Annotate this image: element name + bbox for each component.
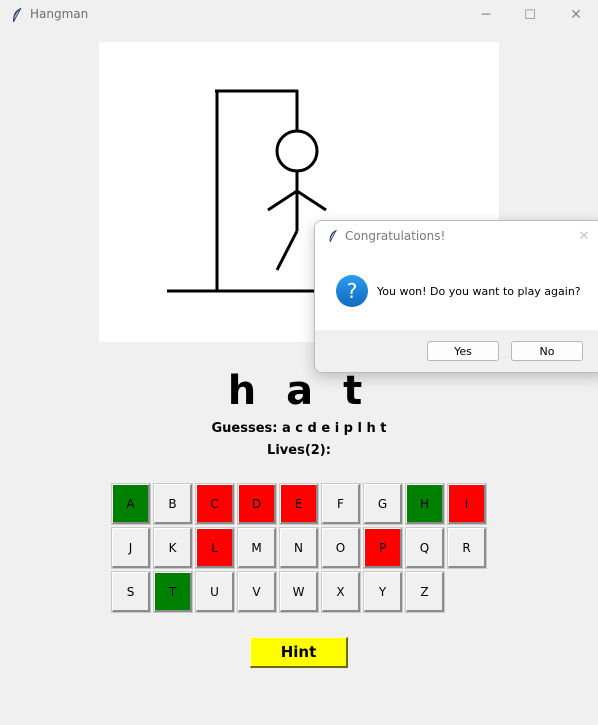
letter-key-r[interactable]: R (447, 527, 487, 569)
close-button[interactable]: ✕ (554, 0, 598, 30)
word-display: h a t (227, 368, 371, 414)
letter-key-p[interactable]: P (363, 527, 403, 569)
letter-key-t[interactable]: T (153, 571, 193, 613)
maximize-button[interactable]: ☐ (508, 0, 552, 30)
left-arm (267, 189, 298, 212)
window-title: Hangman (30, 7, 89, 21)
svg-text:?: ? (347, 279, 358, 303)
letter-key-m[interactable]: M (237, 527, 277, 569)
head (275, 129, 319, 173)
minimize-button[interactable]: ─ (464, 0, 508, 30)
lives-label: Lives(2): (267, 443, 331, 458)
feather-icon (13, 7, 22, 23)
dialog-title: Congratulations! (345, 229, 446, 243)
letter-key-z[interactable]: Z (405, 571, 445, 613)
right-arm (296, 189, 327, 212)
letter-key-i[interactable]: I (447, 483, 487, 525)
letter-key-y[interactable]: Y (363, 571, 403, 613)
letter-key-l[interactable]: L (195, 527, 235, 569)
letter-key-u[interactable]: U (195, 571, 235, 613)
letter-key-q[interactable]: Q (405, 527, 445, 569)
letter-key-s[interactable]: S (111, 571, 151, 613)
hint-button[interactable]: Hint (250, 637, 348, 668)
left-leg (275, 230, 299, 271)
congratulations-dialog: Congratulations! ✕ ? You won! Do you wan… (314, 220, 598, 373)
letter-key-e[interactable]: E (279, 483, 319, 525)
letter-key-o[interactable]: O (321, 527, 361, 569)
letter-key-k[interactable]: K (153, 527, 193, 569)
letter-key-f[interactable]: F (321, 483, 361, 525)
letter-key-b[interactable]: B (153, 483, 193, 525)
no-button[interactable]: No (511, 341, 583, 361)
letter-key-w[interactable]: W (279, 571, 319, 613)
letter-key-a[interactable]: A (111, 483, 151, 525)
letter-key-h[interactable]: H (405, 483, 445, 525)
question-icon: ? (336, 275, 368, 307)
letter-key-x[interactable]: X (321, 571, 361, 613)
title-bar: Hangman ─ ☐ ✕ (0, 0, 598, 30)
letter-key-j[interactable]: J (111, 527, 151, 569)
yes-button[interactable]: Yes (427, 341, 499, 361)
letter-key-v[interactable]: V (237, 571, 277, 613)
feather-icon (329, 229, 337, 243)
letter-key-g[interactable]: G (363, 483, 403, 525)
letter-key-n[interactable]: N (279, 527, 319, 569)
guesses-label: Guesses: a c d e i p l h t (211, 421, 387, 436)
letter-key-d[interactable]: D (237, 483, 277, 525)
dialog-message: You won! Do you want to play again? (377, 285, 581, 298)
dialog-close-button[interactable]: ✕ (573, 226, 595, 246)
letter-key-c[interactable]: C (195, 483, 235, 525)
dialog-title-bar: Congratulations! ✕ (315, 221, 598, 251)
